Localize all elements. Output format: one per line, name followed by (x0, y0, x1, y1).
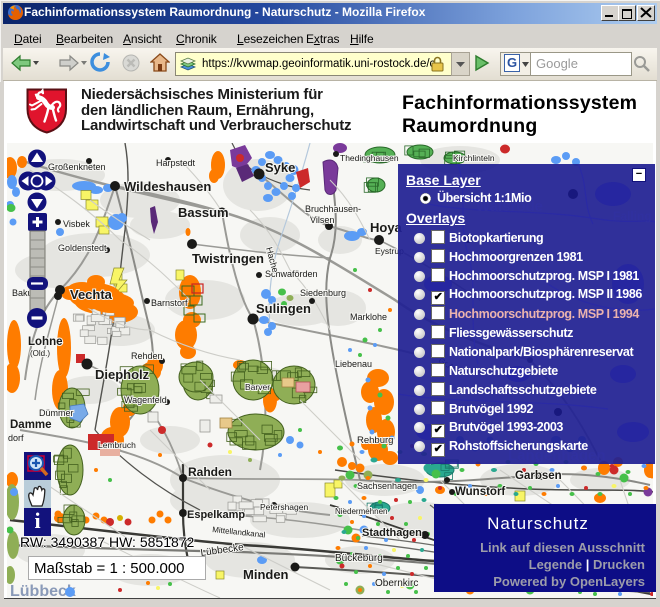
svg-text:Bassum: Bassum (178, 205, 229, 220)
svg-text:Siedenburg: Siedenburg (300, 288, 346, 298)
svg-text:Barver: Barver (245, 382, 270, 392)
svg-text:Damme: Damme (10, 419, 52, 431)
svg-text:Obernkirc: Obernkirc (375, 578, 418, 589)
svg-text:Barnstorf: Barnstorf (151, 298, 188, 308)
svg-text:Wunstorf: Wunstorf (455, 486, 505, 498)
svg-text:Wildeshausen: Wildeshausen (124, 179, 211, 194)
svg-text:Vechta: Vechta (70, 287, 113, 302)
svg-text:Minden: Minden (243, 567, 289, 582)
svg-text:Syke: Syke (265, 160, 295, 175)
svg-text:Visbek: Visbek (63, 219, 90, 229)
svg-text:Goldenstedt: Goldenstedt (58, 243, 107, 253)
svg-text:Garbsen: Garbsen (515, 470, 562, 482)
svg-text:Espelkamp: Espelkamp (187, 509, 245, 521)
svg-text:Diepholz: Diepholz (95, 367, 150, 382)
svg-text:Rahden: Rahden (188, 465, 232, 479)
svg-text:Twistringen: Twistringen (192, 251, 264, 266)
svg-text:(Old.): (Old.) (30, 349, 50, 358)
svg-text:dorf: dorf (8, 433, 24, 443)
svg-text:Liebenau: Liebenau (335, 359, 372, 369)
svg-text:Vilsen: Vilsen (310, 215, 334, 225)
svg-text:Bruchhausen-: Bruchhausen- (305, 204, 361, 214)
svg-text:Lembruch: Lembruch (98, 440, 136, 450)
svg-text:Sulingen: Sulingen (256, 301, 311, 316)
svg-text:Sachsenhagen: Sachsenhagen (357, 481, 417, 491)
svg-text:Niedermehnen: Niedermehnen (335, 507, 387, 516)
svg-text:Rehden: Rehden (131, 351, 163, 361)
svg-text:Kirchlinteln: Kirchlinteln (453, 153, 495, 163)
svg-text:Falling: Falling (613, 209, 652, 223)
svg-text:Marklohe: Marklohe (350, 312, 387, 322)
svg-text:Harpstedt: Harpstedt (156, 158, 196, 168)
svg-text:Rehburg: Rehburg (357, 435, 393, 446)
svg-text:Wagenfeld: Wagenfeld (124, 395, 167, 405)
svg-text:Bückeburg: Bückeburg (335, 553, 383, 564)
svg-text:Dümmer: Dümmer (39, 408, 74, 418)
svg-text:Thedinghausen: Thedinghausen (340, 153, 399, 163)
svg-text:Petershagen: Petershagen (260, 502, 308, 512)
svg-text:Lohne: Lohne (28, 336, 63, 348)
svg-text:Stadthagen: Stadthagen (362, 527, 422, 539)
